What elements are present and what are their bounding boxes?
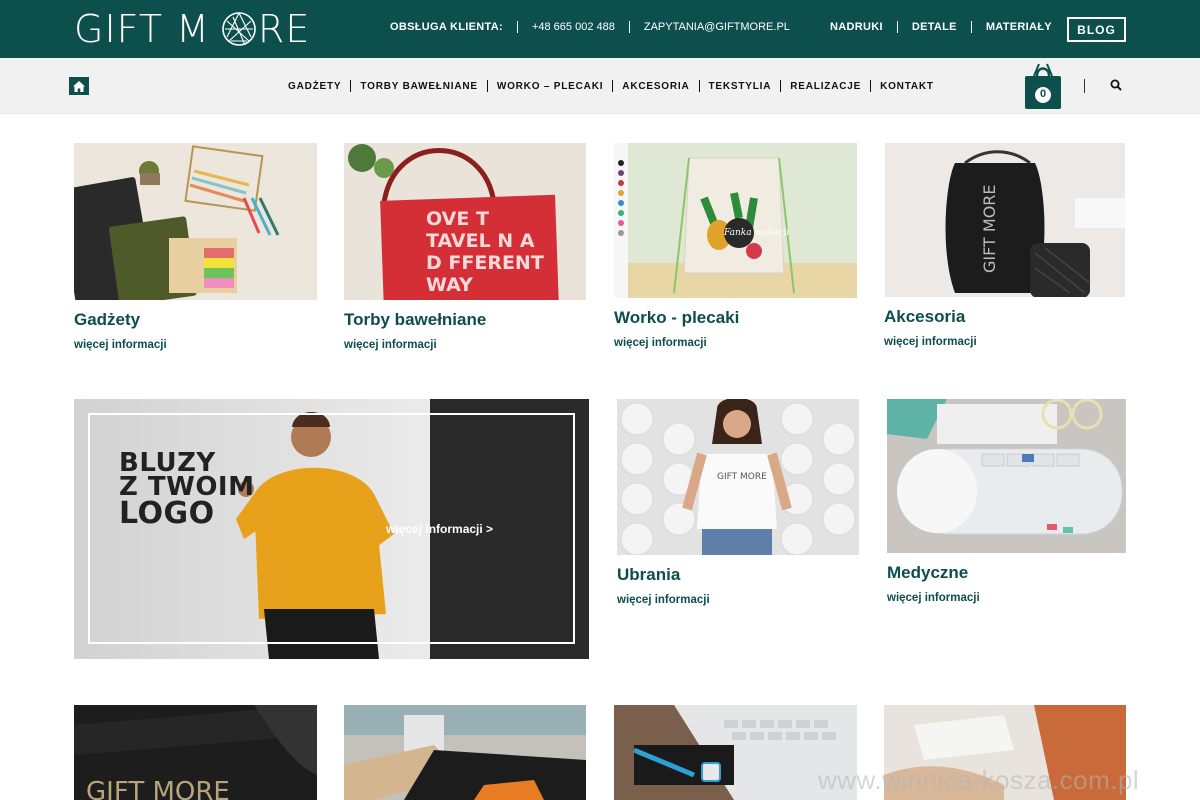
blog-button[interactable]: BLOG [1067, 17, 1126, 42]
more-info-link-medyczne[interactable]: więcej informacji [887, 592, 980, 604]
cart-count: 0 [1039, 88, 1047, 100]
logo-o-icon [222, 12, 256, 46]
divider [1084, 79, 1085, 93]
divider [780, 80, 782, 92]
bag-print-line3: D FFERENT [426, 252, 544, 274]
backpack-badge-text: Fanka wakacji [723, 228, 789, 238]
product-title-worko-plecaki[interactable]: Worko - plecaki [614, 308, 739, 328]
product-image-gadzety[interactable] [74, 143, 317, 300]
product-title-ubrania[interactable]: Ubrania [617, 565, 680, 585]
main-nav-bar: GADŻETY TORBY BAWEŁNIANE WORKO – PLECAKI… [0, 58, 1200, 114]
nav-item-kontakt[interactable]: KONTAKT [880, 81, 934, 92]
divider [628, 21, 630, 33]
top-nav-materialy[interactable]: MATERIAŁY [986, 21, 1052, 33]
more-info-link-gadzety[interactable]: więcej informacji [74, 339, 167, 351]
product-image-sewing[interactable] [344, 705, 586, 800]
nav-item-gadzety[interactable]: GADŻETY [288, 81, 341, 92]
search-icon[interactable] [1110, 79, 1122, 91]
nav-item-worko-plecaki[interactable]: WORKO – PLECAKI [497, 81, 603, 92]
product-title-torby[interactable]: Torby bawełniane [344, 310, 486, 330]
watermark-text: www.winnica-kosza.com.pl [818, 765, 1140, 795]
top-nav: NADRUKI DETALE MATERIAŁY [830, 21, 1052, 33]
product-title-medyczne[interactable]: Medyczne [887, 563, 968, 583]
pouch-logo-text: GIFT MORE [980, 184, 999, 273]
product-image-torby[interactable]: OVE T TAVEL N A D FFERENT WAY [344, 143, 586, 300]
divider [896, 21, 898, 33]
top-bar: GIFT M RE OBSŁUGA KLIENTA: +48 665 002 4… [0, 0, 1200, 58]
product-title-gadzety[interactable]: Gadżety [74, 310, 140, 330]
nav-item-torby[interactable]: TORBY BAWEŁNIANE [360, 81, 477, 92]
nav-item-akcesoria[interactable]: AKCESORIA [622, 81, 689, 92]
banner-more-info-link[interactable]: więcej informacji > [386, 522, 493, 536]
logo-text-right: RE [257, 7, 311, 51]
logo-text-left: GIFT M [74, 7, 210, 51]
more-info-link-akcesoria[interactable]: więcej informacji [884, 336, 977, 348]
banner-headline-line3: LOGO [119, 496, 215, 531]
product-image-notebook[interactable]: GIFT MORE [74, 705, 317, 800]
site-logo[interactable]: GIFT M RE [74, 7, 310, 51]
nav-item-tekstylia[interactable]: TEKSTYLIA [709, 81, 772, 92]
nav-item-realizacje[interactable]: REALIZACJE [790, 81, 861, 92]
home-button[interactable] [69, 77, 89, 95]
top-nav-detale[interactable]: DETALE [912, 21, 957, 33]
top-nav-nadruki[interactable]: NADRUKI [830, 21, 883, 33]
more-info-link-worko-plecaki[interactable]: więcej informacji [614, 337, 707, 349]
product-image-akcesoria[interactable]: GIFT MORE [885, 143, 1125, 297]
product-image-worko-plecaki[interactable]: Fanka wakacji [614, 143, 857, 298]
contact-info: OBSŁUGA KLIENTA: +48 665 002 488 ZAPYTAN… [390, 21, 790, 33]
more-info-link-ubrania[interactable]: więcej informacji [617, 594, 710, 606]
hoodie-promo-banner[interactable]: BLUZY Z TWOIM LOGO więcej informacji > [74, 399, 589, 659]
home-icon [73, 80, 85, 92]
divider [698, 80, 700, 92]
divider [870, 80, 872, 92]
shirt-logo-text: GIFT MORE [717, 472, 767, 482]
banner-headline: BLUZY Z TWOIM LOGO [119, 450, 254, 531]
email-link[interactable]: ZAPYTANIA@GIFTMORE.PL [644, 21, 790, 33]
bag-print-line4: WAY [426, 274, 473, 296]
bag-print-line1: OVE T [426, 208, 489, 230]
contact-label: OBSŁUGA KLIENTA: [390, 21, 503, 33]
notebook-logo-text: GIFT MORE [86, 777, 230, 800]
phone-link[interactable]: +48 665 002 488 [532, 21, 615, 33]
bag-print-line2: TAVEL N A [426, 230, 535, 252]
product-image-medyczne[interactable] [887, 399, 1126, 553]
divider [612, 80, 614, 92]
category-nav: GADŻETY TORBY BAWEŁNIANE WORKO – PLECAKI… [288, 80, 934, 92]
divider [486, 80, 488, 92]
divider [970, 21, 972, 33]
more-info-link-torby[interactable]: więcej informacji [344, 339, 437, 351]
divider [516, 21, 518, 33]
cart-bag-icon[interactable] [1024, 62, 1062, 110]
divider [350, 80, 352, 92]
product-title-akcesoria[interactable]: Akcesoria [884, 307, 965, 327]
product-image-ubrania[interactable]: GIFT MORE [617, 399, 859, 555]
